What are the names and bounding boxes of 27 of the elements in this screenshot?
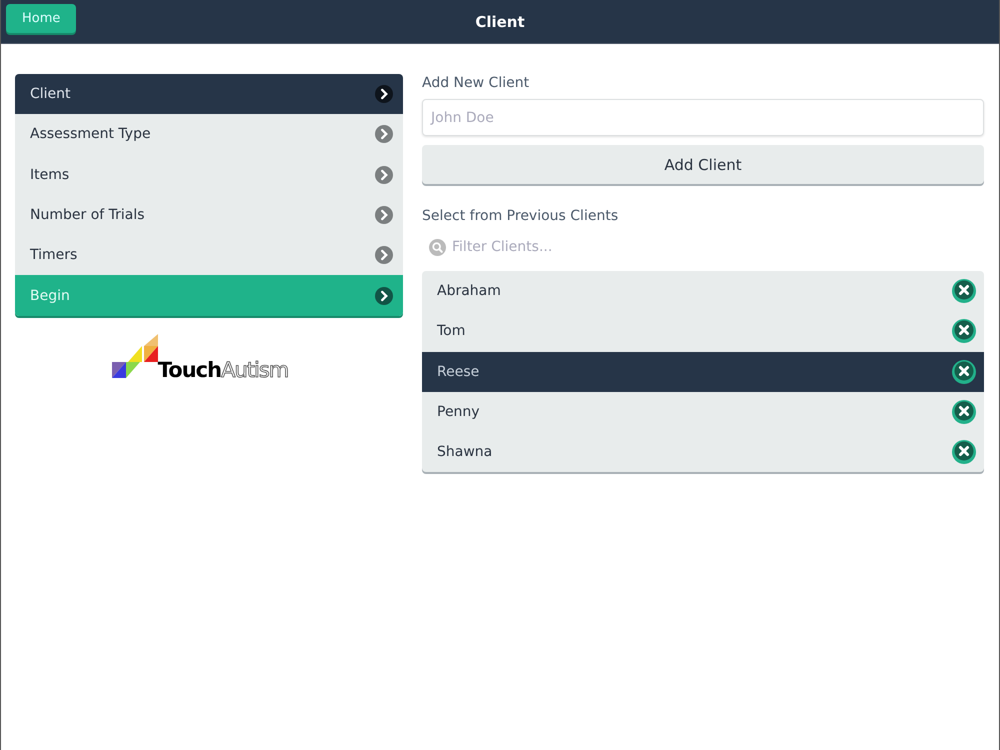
delete-icon[interactable] bbox=[952, 279, 976, 304]
person-list-row[interactable]: Abraham bbox=[422, 271, 984, 312]
menu-item[interactable]: Assessment Type bbox=[15, 114, 403, 155]
section-heading: Add New Client bbox=[422, 75, 530, 91]
add-client-button[interactable]: Add Client bbox=[422, 145, 984, 184]
chevron-right-icon bbox=[375, 85, 393, 104]
person-list-row[interactable]: Shawna bbox=[422, 432, 984, 472]
section-heading: Select from Previous Clients bbox=[422, 208, 620, 224]
menu-item[interactable]: Items bbox=[15, 154, 403, 195]
person-list-row[interactable]: Penny bbox=[422, 392, 984, 432]
menu-item[interactable]: Client bbox=[15, 74, 403, 114]
chevron-right-icon bbox=[375, 286, 393, 305]
page-title: Client bbox=[475, 12, 525, 30]
search-icon bbox=[429, 238, 446, 256]
chevron-right-icon bbox=[375, 246, 393, 264]
delete-icon[interactable] bbox=[952, 360, 976, 384]
delete-icon[interactable] bbox=[952, 400, 976, 424]
delete-icon[interactable] bbox=[952, 440, 976, 464]
menu-item[interactable]: Number of Trials bbox=[15, 194, 403, 236]
logo-text: TouchAutism bbox=[158, 358, 288, 382]
chevron-right-icon bbox=[375, 166, 393, 184]
chevron-right-icon bbox=[375, 206, 393, 224]
delete-icon[interactable] bbox=[952, 319, 976, 344]
chevron-right-icon bbox=[375, 125, 393, 144]
menu-item[interactable]: Timers bbox=[15, 235, 403, 276]
person-list-row[interactable]: Reese bbox=[422, 352, 984, 392]
person-list-row[interactable]: Tom bbox=[422, 311, 984, 352]
